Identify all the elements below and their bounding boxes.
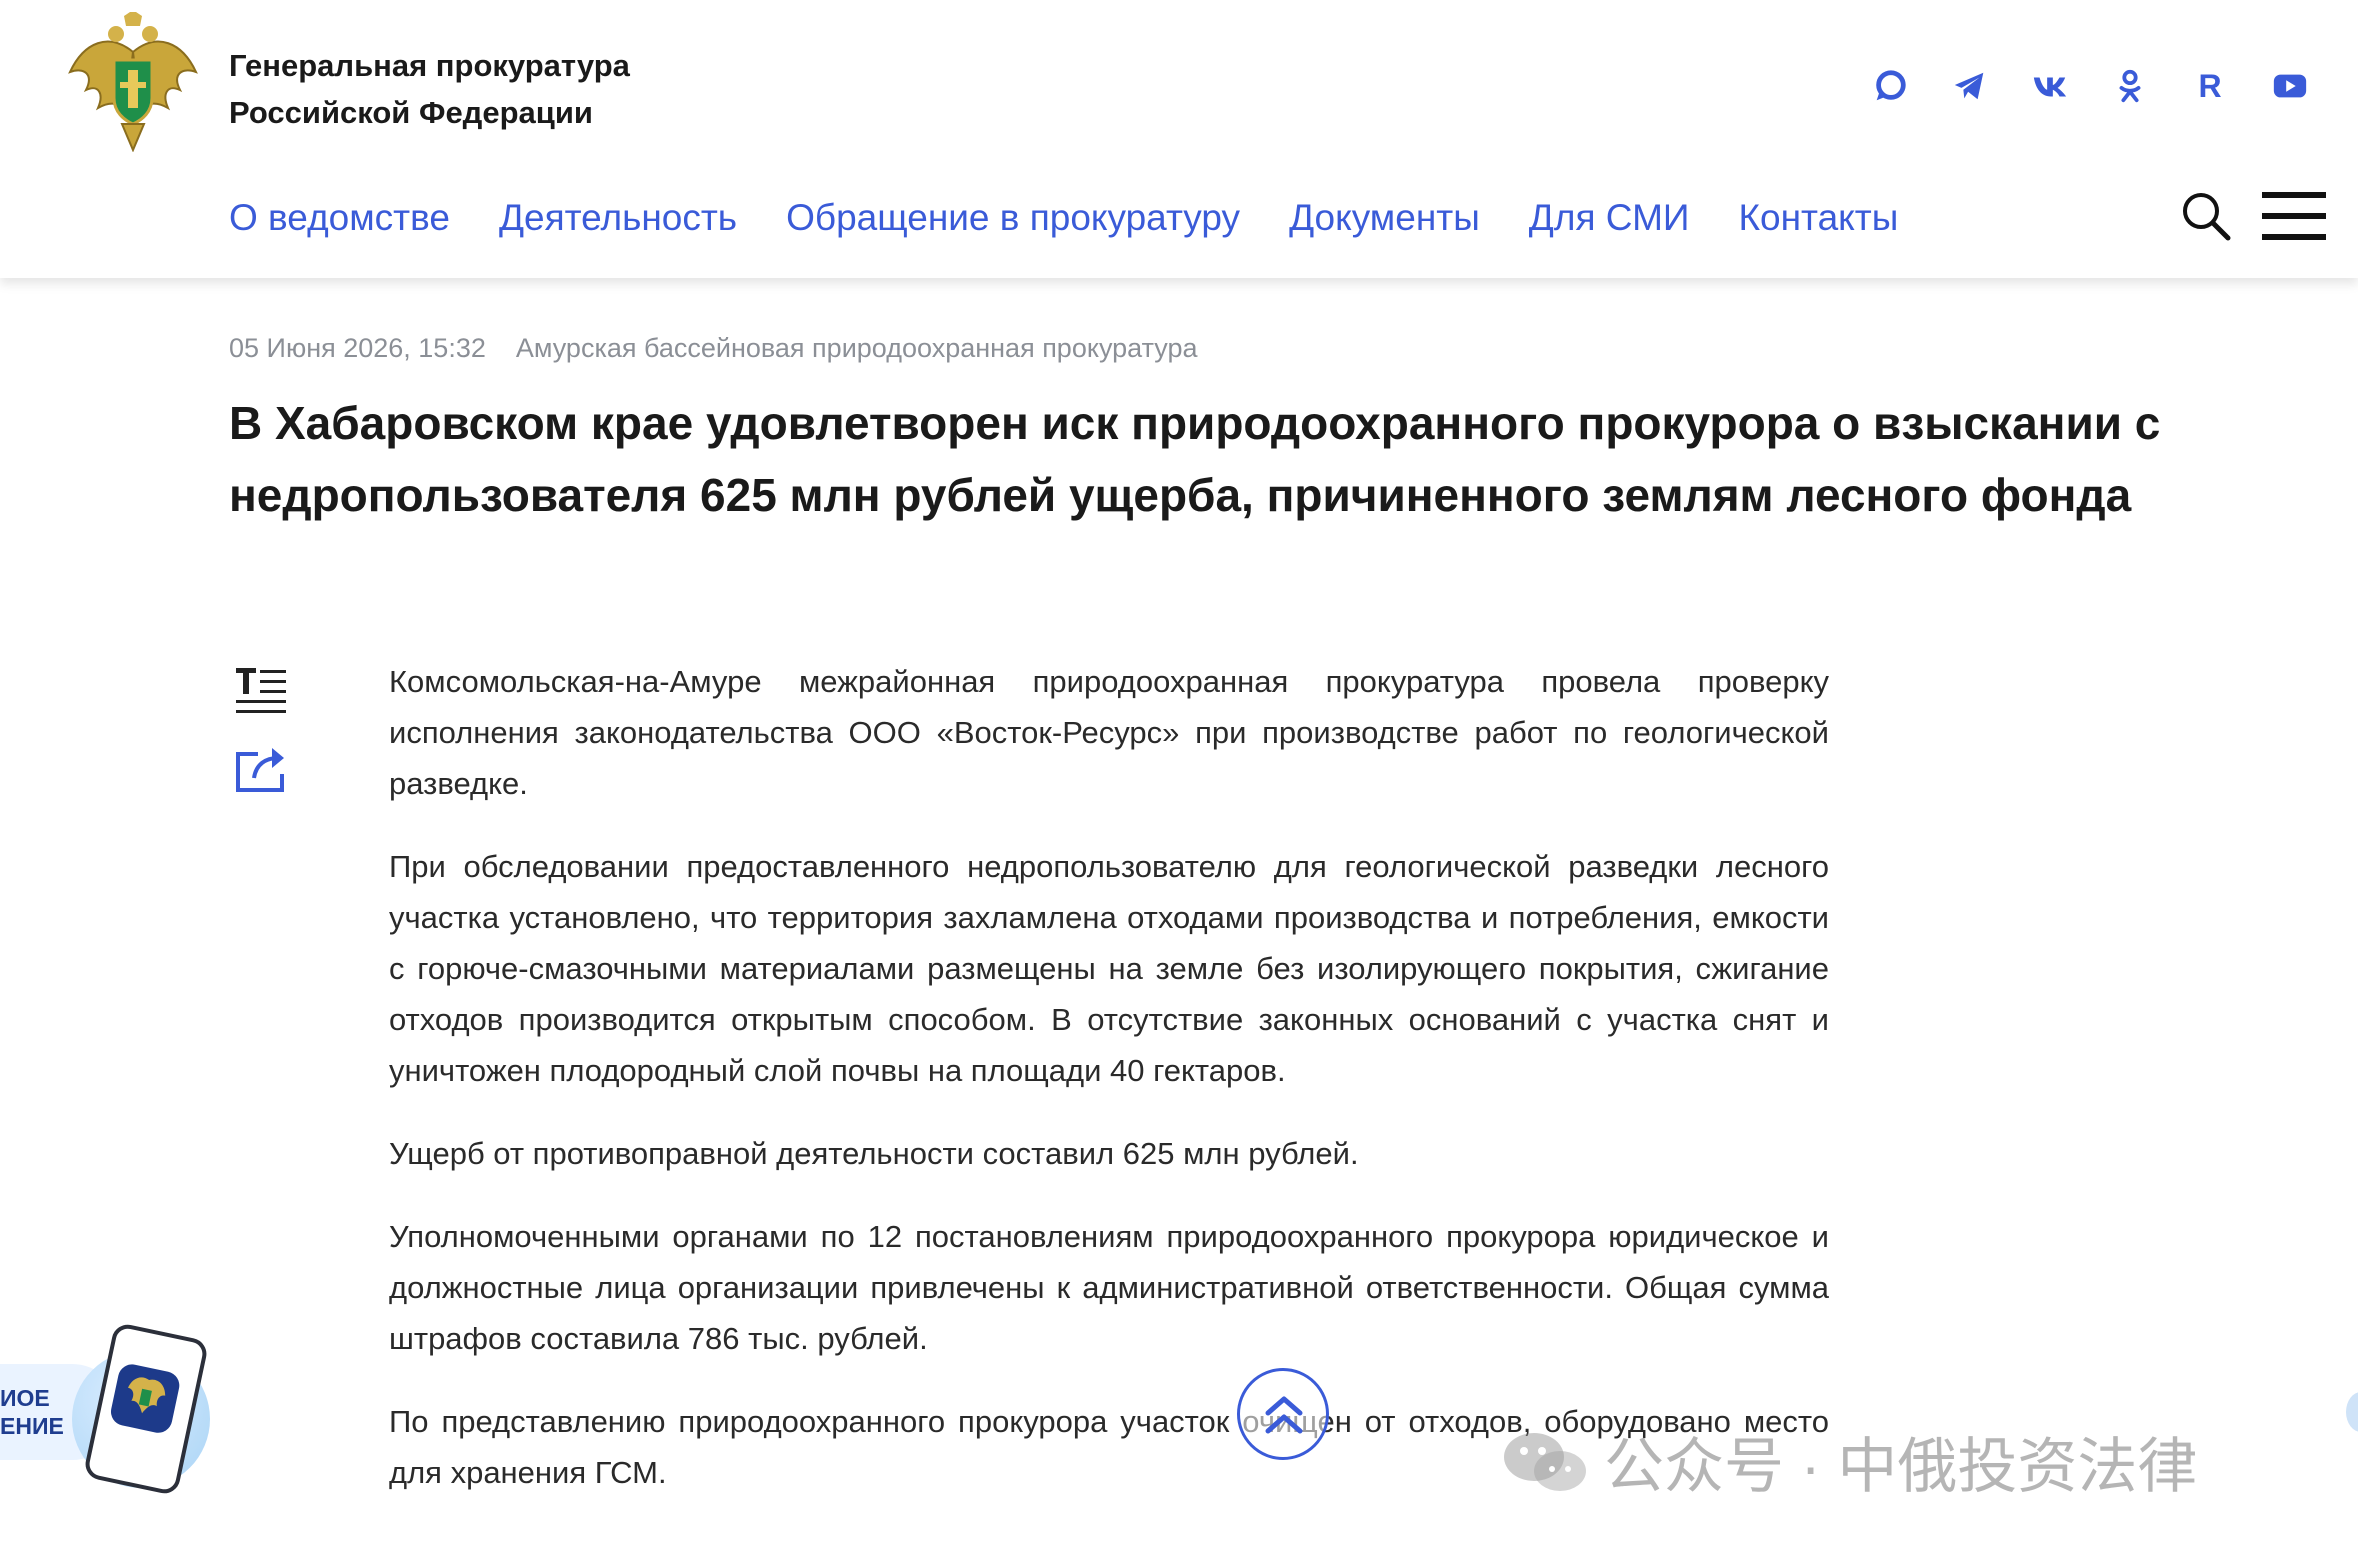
phone-icon: [82, 1321, 210, 1497]
nav-item-documents[interactable]: Документы: [1289, 190, 1480, 246]
article-paragraph: Ущерб от противоправной деятельности сос…: [389, 1136, 1359, 1171]
vk-icon[interactable]: [2030, 62, 2070, 110]
promo-text: ИОЕ ЕНИЕ: [0, 1384, 64, 1440]
nav-item-media[interactable]: Для СМИ: [1529, 190, 1690, 246]
scroll-to-top-button[interactable]: [1237, 1368, 1329, 1460]
youtube-icon[interactable]: [2270, 62, 2310, 110]
article-paragraph: При обследовании предоставленного недроп…: [389, 849, 1829, 1088]
rutube-icon[interactable]: R: [2190, 62, 2230, 110]
article-body: Комсомольская-на-Амуре межрайонная приро…: [389, 656, 1829, 1530]
rutube-letter: R: [2198, 67, 2222, 104]
article-source[interactable]: Амурская бассейновая природоохранная про…: [516, 333, 1198, 363]
article-meta: 05 Июня 2026, 15:32 Амурская бассейновая …: [229, 333, 1198, 364]
nav-item-activity[interactable]: Деятельность: [499, 190, 737, 246]
search-icon[interactable]: [2180, 190, 2232, 242]
article-paragraph: Уполномоченными органами по 12 постановл…: [389, 1219, 1829, 1356]
main-navigation: О ведомстве Деятельность Обращение в про…: [229, 190, 1947, 246]
double-chevron-up-icon: [1265, 1396, 1303, 1434]
nav-item-contacts[interactable]: Контакты: [1738, 190, 1898, 246]
share-icon[interactable]: [234, 744, 290, 796]
site-header: Генеральная прокуратура Российской Федер…: [0, 0, 2358, 278]
organization-name[interactable]: Генеральная прокуратура Российской Федер…: [229, 42, 630, 136]
text-version-icon[interactable]: [234, 666, 290, 718]
hamburger-menu-icon[interactable]: [2262, 190, 2326, 242]
promo-text-line1: ИОЕ: [0, 1385, 50, 1411]
edge-widget[interactable]: [2346, 1392, 2358, 1432]
odnoklassniki-icon[interactable]: [2110, 62, 2150, 110]
organization-name-line2: Российской Федерации: [229, 95, 593, 130]
max-messenger-icon[interactable]: [1870, 62, 1910, 110]
nav-item-appeal[interactable]: Обращение в прокуратуру: [786, 190, 1240, 246]
article-paragraph: Комсомольская-на-Амуре межрайонная приро…: [389, 664, 1829, 801]
prosecutor-emblem-logo[interactable]: [64, 10, 202, 153]
organization-name-line1: Генеральная прокуратура: [229, 48, 630, 83]
telegram-icon[interactable]: [1950, 62, 1990, 110]
promo-text-line2: ЕНИЕ: [0, 1413, 64, 1439]
nav-item-about[interactable]: О ведомстве: [229, 190, 450, 246]
watermark-text: 公众号 · 中俄投资法律: [1604, 1433, 2198, 1500]
article-title: В Хабаровском крае удовлетворен иск прир…: [229, 397, 2161, 521]
wechat-watermark: 公众号 · 中俄投资法律: [1500, 1418, 2197, 1505]
article-date: 05 Июня 2026, 15:32: [229, 333, 486, 363]
app-emblem-icon: [108, 1361, 182, 1436]
wechat-icon: [1504, 1432, 1586, 1491]
mobile-app-promo-widget[interactable]: ИОЕ ЕНИЕ: [0, 1321, 215, 1497]
social-links: R: [1870, 62, 2310, 110]
